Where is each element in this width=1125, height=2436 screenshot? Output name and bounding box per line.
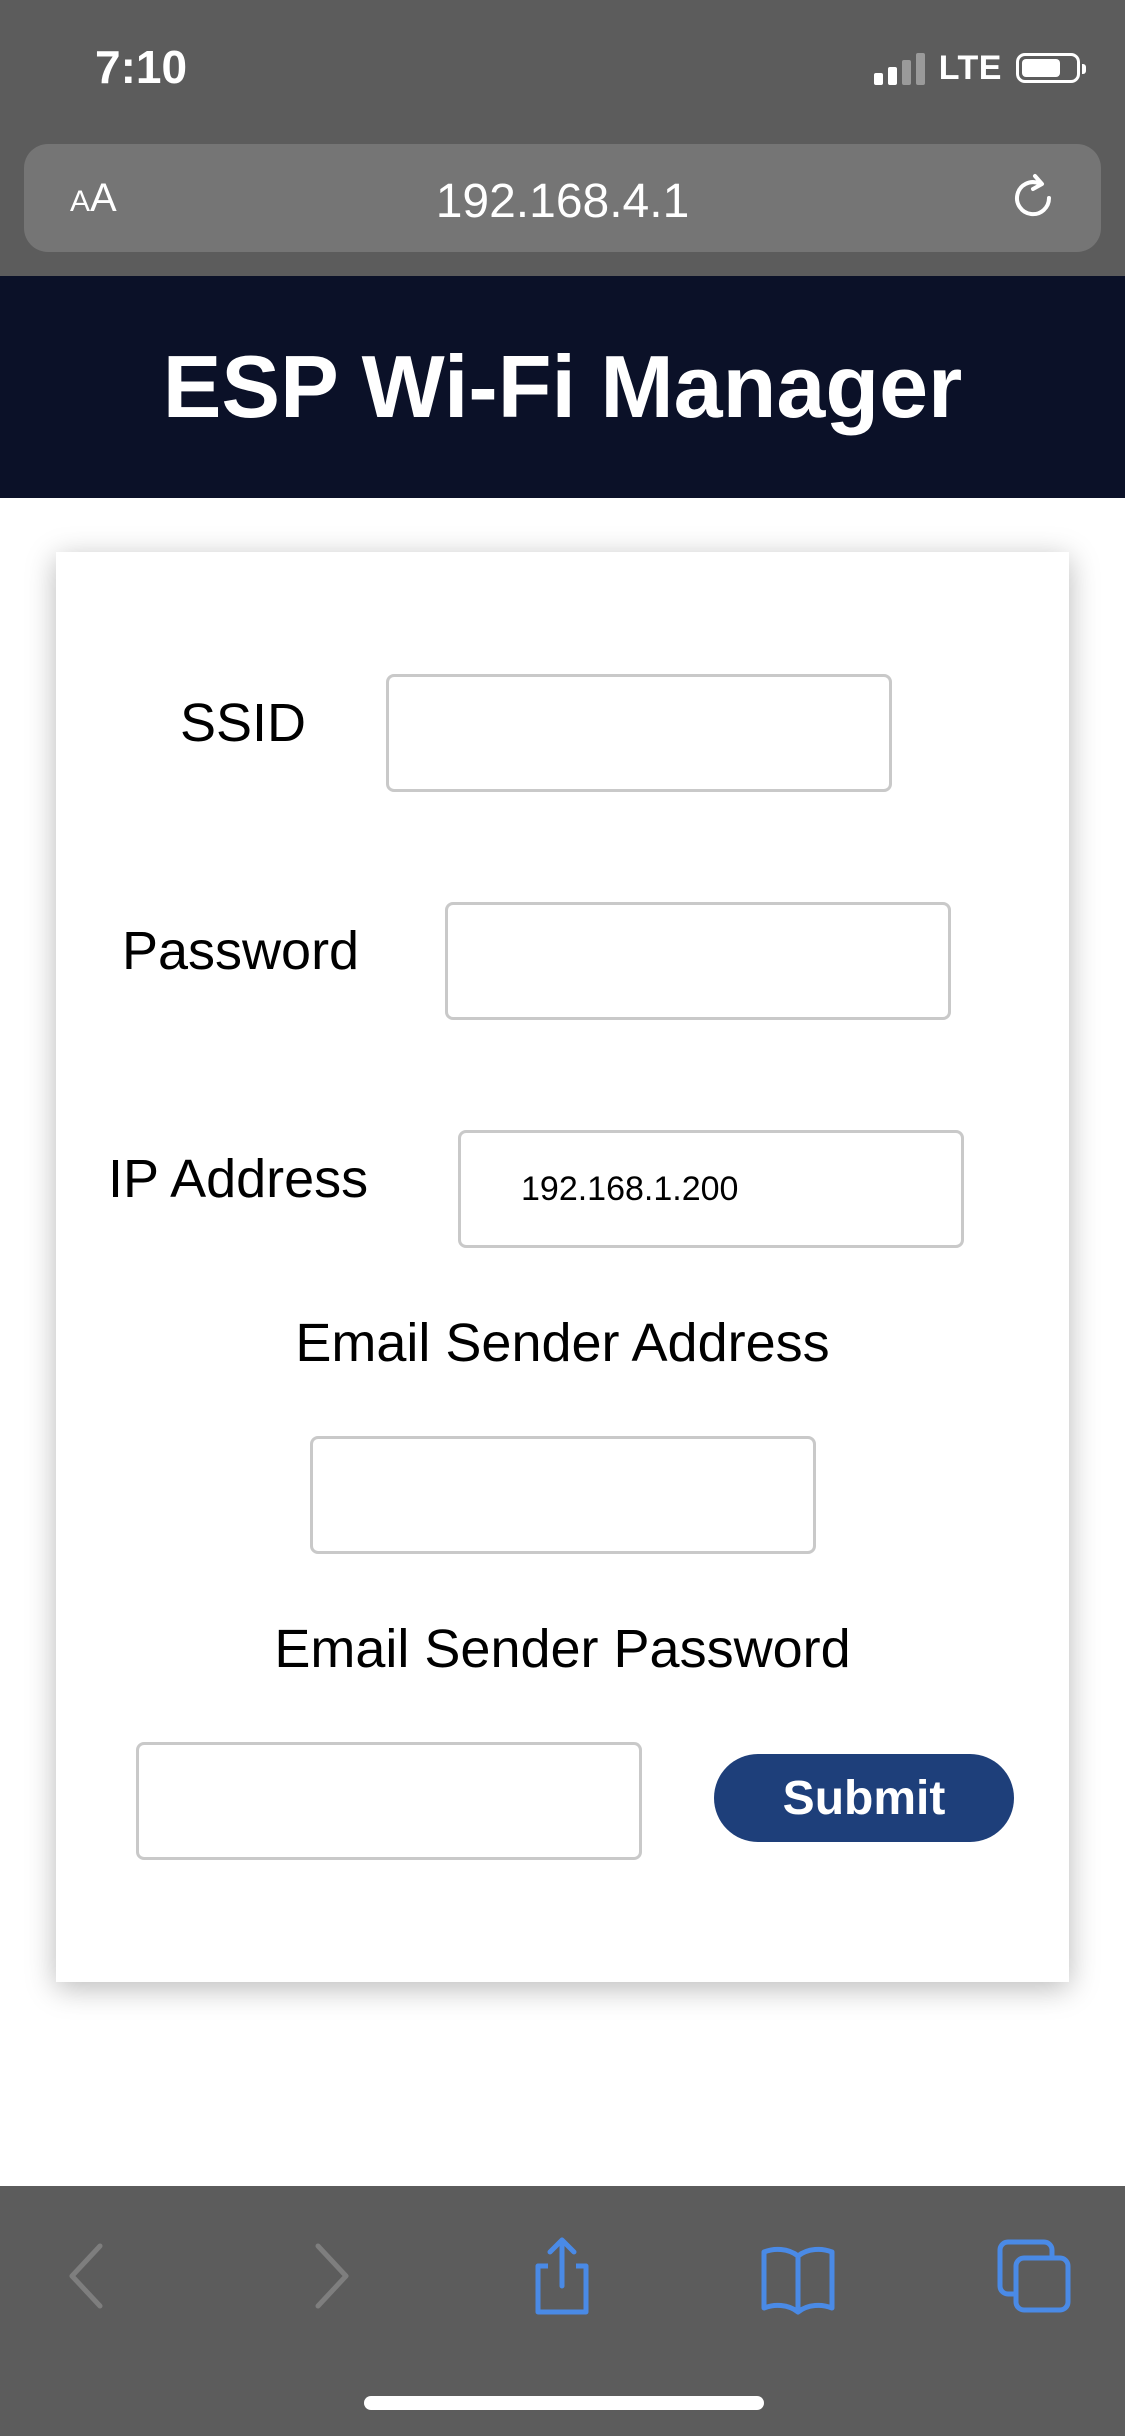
ssid-input[interactable] [386, 674, 892, 792]
ip-address-label: IP Address [108, 1149, 369, 1209]
status-indicators: LTE [873, 48, 1086, 88]
status-time: 7:10 [95, 41, 188, 93]
forward-icon[interactable] [290, 2236, 370, 2316]
share-icon[interactable] [522, 2236, 602, 2316]
bookmarks-icon[interactable] [758, 2236, 838, 2316]
page-title: ESP Wi-Fi Manager [162, 337, 963, 436]
password-input[interactable] [445, 902, 951, 1020]
tabs-icon[interactable] [994, 2236, 1074, 2316]
page-header: ESP Wi-Fi Manager [0, 276, 1125, 498]
submit-button[interactable]: Submit [714, 1754, 1014, 1842]
email-sender-password-label: Email Sender Password [274, 1619, 851, 1679]
signal-icon [873, 51, 925, 85]
password-label: Password [122, 921, 360, 981]
email-sender-address-label: Email Sender Address [295, 1313, 830, 1373]
url-bar[interactable]: AA 192.168.4.1 [24, 144, 1101, 252]
wifi-config-card: SSID Password IP Address Email Sender Ad… [56, 552, 1069, 1982]
url-text[interactable]: 192.168.4.1 [24, 174, 1101, 229]
back-icon[interactable] [48, 2236, 128, 2316]
ssid-label: SSID [180, 693, 307, 753]
battery-icon [1016, 53, 1086, 83]
network-type: LTE [938, 48, 1002, 87]
home-indicator[interactable] [364, 2396, 764, 2410]
ip-address-input[interactable] [458, 1130, 964, 1248]
email-sender-password-input[interactable] [136, 1742, 642, 1860]
reload-icon[interactable] [1005, 170, 1061, 226]
email-sender-address-input[interactable] [310, 1436, 816, 1554]
browser-chrome: 7:10 LTE AA 192.168.4.1 [0, 0, 1125, 276]
